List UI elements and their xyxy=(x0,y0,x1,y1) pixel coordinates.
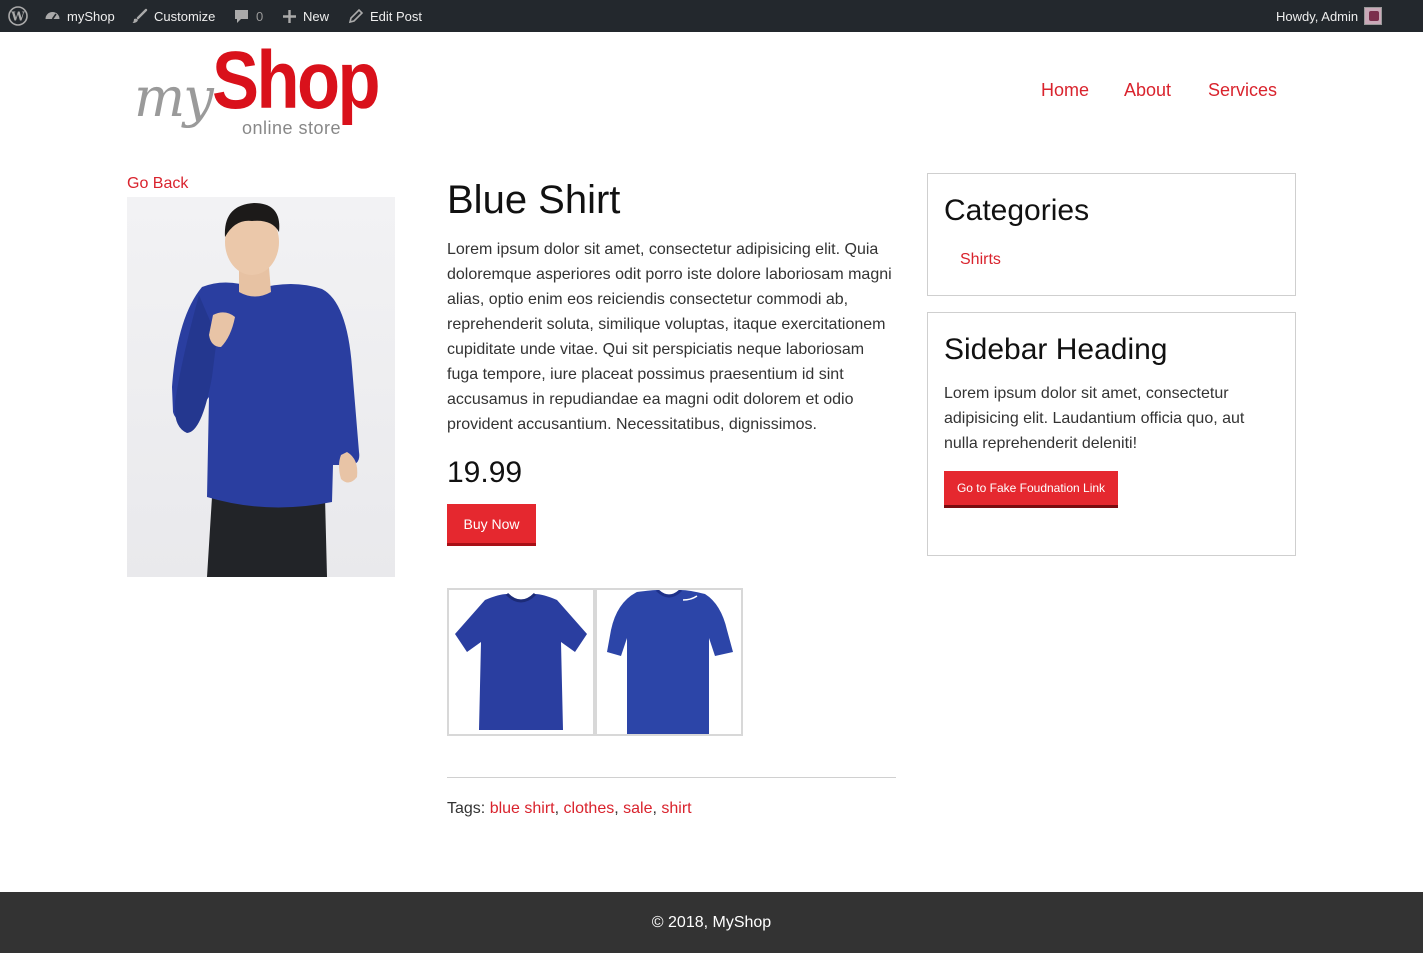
pencil-icon xyxy=(348,8,364,24)
customize-menu[interactable]: Customize xyxy=(131,0,215,32)
brush-icon xyxy=(131,8,148,25)
sidebar-text-widget: Sidebar Heading Lorem ipsum dolor sit am… xyxy=(927,312,1296,556)
site-name: myShop xyxy=(67,8,115,24)
product-tags: Tags: blue shirt, clothes, sale, shirt xyxy=(447,800,692,817)
buy-now-button[interactable]: Buy Now xyxy=(447,504,536,546)
customize-label: Customize xyxy=(154,8,216,24)
go-back-link[interactable]: Go Back xyxy=(127,175,188,193)
edit-post-menu[interactable]: Edit Post xyxy=(348,0,422,32)
gallery-thumbnail-2[interactable] xyxy=(595,588,743,736)
tag-link-shirt[interactable]: shirt xyxy=(661,800,691,817)
gallery-thumbnail-1[interactable] xyxy=(447,588,595,736)
nav-about-link[interactable]: About xyxy=(1124,80,1171,100)
categories-title: Categories xyxy=(944,194,1090,227)
nav-services-link[interactable]: Services xyxy=(1208,80,1277,100)
tag-link-clothes[interactable]: clothes xyxy=(564,800,615,817)
new-label: New xyxy=(303,8,330,24)
wordpress-logo-icon[interactable]: W xyxy=(8,0,28,32)
product-description: Lorem ipsum dolor sit amet, consectetur … xyxy=(447,241,892,433)
logo-my-text: my xyxy=(134,66,214,129)
product-main-image xyxy=(127,197,395,577)
comment-icon xyxy=(233,8,250,25)
svg-text:W: W xyxy=(10,10,25,24)
site-name-menu[interactable]: myShop xyxy=(44,0,115,32)
tag-link-blue-shirt[interactable]: blue shirt xyxy=(490,800,555,817)
plus-icon xyxy=(282,9,297,24)
product-title: Blue Shirt xyxy=(447,178,621,222)
my-account-menu[interactable]: Howdy, Admin xyxy=(1276,0,1383,32)
sidebar-text: Lorem ipsum dolor sit amet, consectetur … xyxy=(944,385,1245,452)
site-logo[interactable]: my Shop online store xyxy=(132,35,412,150)
category-link-shirts[interactable]: Shirts xyxy=(960,251,1001,269)
nav-home-link[interactable]: Home xyxy=(1041,80,1089,100)
logo-tagline: online store xyxy=(242,118,342,138)
comments-menu[interactable]: 0 xyxy=(233,0,263,32)
edit-post-label: Edit Post xyxy=(370,8,423,24)
dashboard-icon xyxy=(44,8,61,25)
content-divider xyxy=(447,777,896,778)
avatar xyxy=(1364,7,1383,25)
sidebar-heading: Sidebar Heading xyxy=(944,333,1168,366)
footer-copyright: © 2018, MyShop xyxy=(651,913,772,931)
new-content-menu[interactable]: New xyxy=(282,0,329,32)
nav-about[interactable]: About xyxy=(1124,80,1171,101)
howdy-label: Howdy, Admin xyxy=(1276,8,1359,24)
nav-services[interactable]: Services xyxy=(1208,80,1277,101)
footer: © 2018, MyShop xyxy=(0,892,1423,953)
fake-foundation-link-button[interactable]: Go to Fake Foudnation Link xyxy=(944,471,1118,508)
nav-home[interactable]: Home xyxy=(1041,80,1089,101)
categories-widget: Categories Shirts xyxy=(927,173,1296,296)
tags-label: Tags: xyxy=(447,800,486,817)
tag-link-sale[interactable]: sale xyxy=(623,800,652,817)
admin-bar: W myShop Customize 0 New Edit Post Howdy… xyxy=(0,0,1423,32)
logo-shop-text: Shop xyxy=(212,35,381,126)
product-price: 19.99 xyxy=(447,456,523,489)
comments-count: 0 xyxy=(256,8,264,24)
